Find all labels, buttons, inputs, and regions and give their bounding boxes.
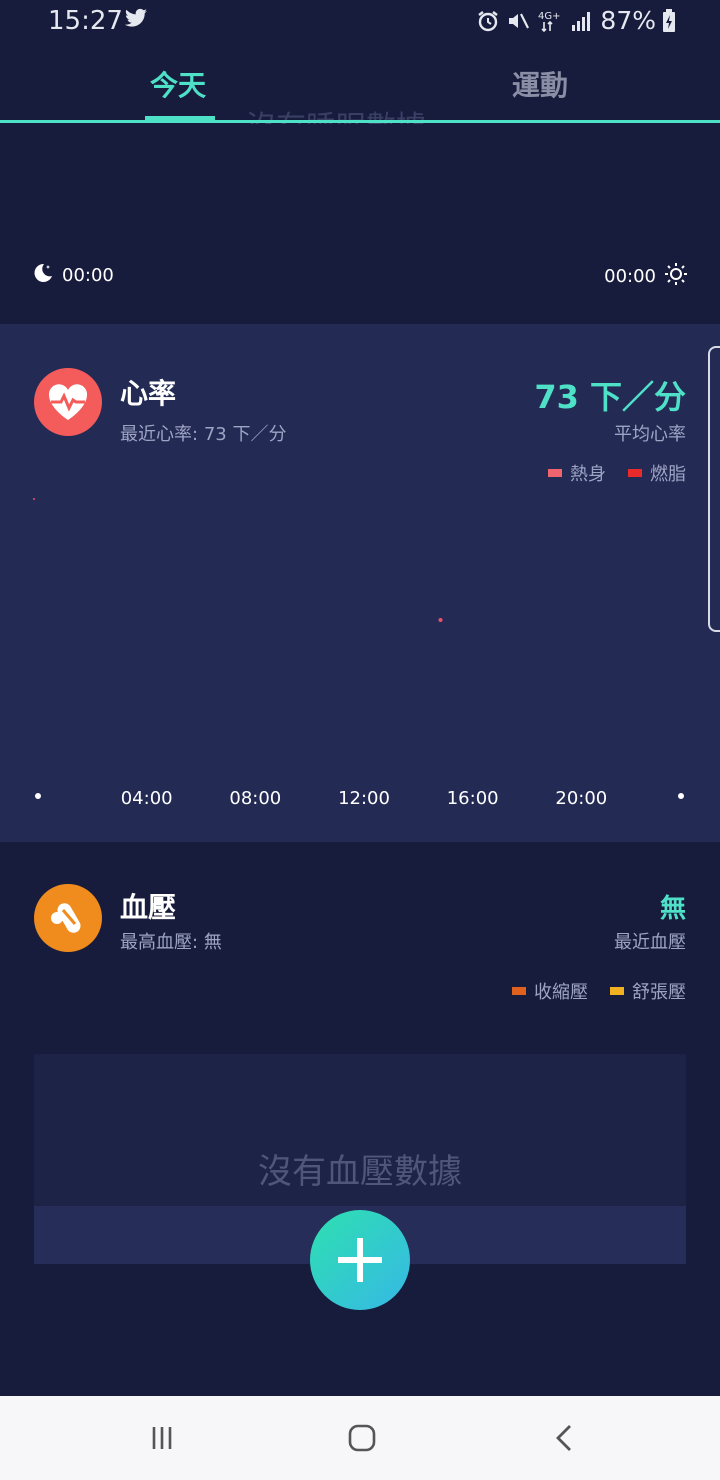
- signal-icon: [570, 10, 594, 32]
- sun-icon: [664, 262, 688, 291]
- recent-apps-icon: [152, 1427, 172, 1449]
- x-tick-label: 20:00: [555, 788, 607, 809]
- x-axis-end-dot: [678, 793, 684, 799]
- sleep-end: 00:00: [604, 262, 688, 291]
- legend-diastolic-label: 舒張壓: [632, 982, 686, 1003]
- back-button[interactable]: [544, 1422, 584, 1454]
- max-blood-pressure: 最高血壓: 無: [120, 928, 222, 954]
- blood-pressure-empty-text: 沒有血壓數據: [258, 1152, 462, 1192]
- blood-pressure-section[interactable]: 血壓 最高血壓: 無 無 最近血壓 收縮壓 舒張壓 沒有血壓數據: [0, 842, 720, 1396]
- plus-icon: [338, 1238, 382, 1282]
- x-tick-label: 08:00: [229, 788, 281, 809]
- legend-diastolic: 舒張壓: [610, 978, 686, 1004]
- recent-heart-rate-value: 73 下／分: [203, 424, 287, 445]
- legend-systolic: 收縮壓: [512, 978, 588, 1004]
- x-axis-start-dot: [35, 793, 41, 799]
- x-tick-label: 16:00: [447, 788, 499, 809]
- recent-heart-rate: 最近心率: 73 下／分: [120, 420, 286, 446]
- tab-today[interactable]: 今天: [150, 64, 206, 104]
- alarm-icon: [476, 9, 500, 33]
- heart-rate-point: [33, 498, 35, 500]
- max-blood-pressure-label: 最高血壓:: [120, 932, 199, 953]
- sleep-start-time: 00:00: [62, 265, 114, 286]
- heart-rate-title: 心率: [120, 377, 177, 410]
- back-icon: [556, 1425, 571, 1451]
- tab-divider: [0, 120, 720, 123]
- home-icon: [348, 1424, 376, 1452]
- moon-icon: [32, 262, 54, 289]
- mute-icon: [506, 9, 530, 33]
- side-panel-handle[interactable]: [708, 346, 720, 632]
- heart-rate-point: [438, 618, 443, 622]
- status-icons: 4G+ 87%: [476, 6, 676, 35]
- average-heart-rate-value: 73 下／分: [534, 378, 686, 416]
- recent-blood-pressure-value: 無: [659, 894, 686, 924]
- network-icon: 4G+: [536, 9, 564, 33]
- recent-heart-rate-label: 最近心率:: [120, 424, 199, 445]
- legend-swatch-diastolic: [610, 987, 624, 995]
- recent-blood-pressure-label: 最近血壓: [614, 932, 686, 953]
- blood-pressure-legend: 收縮壓 舒張壓: [512, 978, 686, 1004]
- max-blood-pressure-value: 無: [203, 932, 222, 953]
- heart-rate-icon: [34, 368, 102, 436]
- legend-systolic-label: 收縮壓: [534, 982, 588, 1003]
- average-heart-rate-label: 平均心率: [614, 424, 686, 445]
- twitter-icon: [124, 8, 148, 34]
- legend-swatch-systolic: [512, 987, 526, 995]
- recent-apps-button[interactable]: [142, 1422, 182, 1454]
- blood-pressure-icon: [34, 884, 102, 952]
- x-tick-label: 12:00: [338, 788, 390, 809]
- tab-sport[interactable]: 運動: [512, 64, 568, 104]
- status-bar: 15:27 4G+ 87%: [0, 0, 720, 44]
- home-button[interactable]: [342, 1422, 382, 1454]
- sleep-start: 00:00: [32, 262, 114, 289]
- add-record-button[interactable]: [310, 1210, 410, 1310]
- blood-pressure-title: 血壓: [120, 891, 177, 924]
- system-nav-bar: [0, 1396, 720, 1480]
- x-tick-label: 04:00: [121, 788, 173, 809]
- health-app-screen: 15:27 4G+ 87% 今天 運動 沒有睡眠數: [0, 0, 720, 1480]
- network-type-label: 4G+: [538, 11, 561, 22]
- status-time: 15:27: [48, 6, 123, 36]
- heart-rate-chart: 04:00 08:00 12:00 16:00 20:00: [33, 498, 684, 809]
- heart-rate-card[interactable]: 心率 最近心率: 73 下／分 73 下／分 平均心率 熱身 燃脂 04:00 0…: [0, 324, 720, 842]
- sleep-end-time: 00:00: [604, 266, 656, 287]
- battery-charging-icon: [662, 8, 676, 33]
- battery-percent: 87%: [600, 6, 656, 35]
